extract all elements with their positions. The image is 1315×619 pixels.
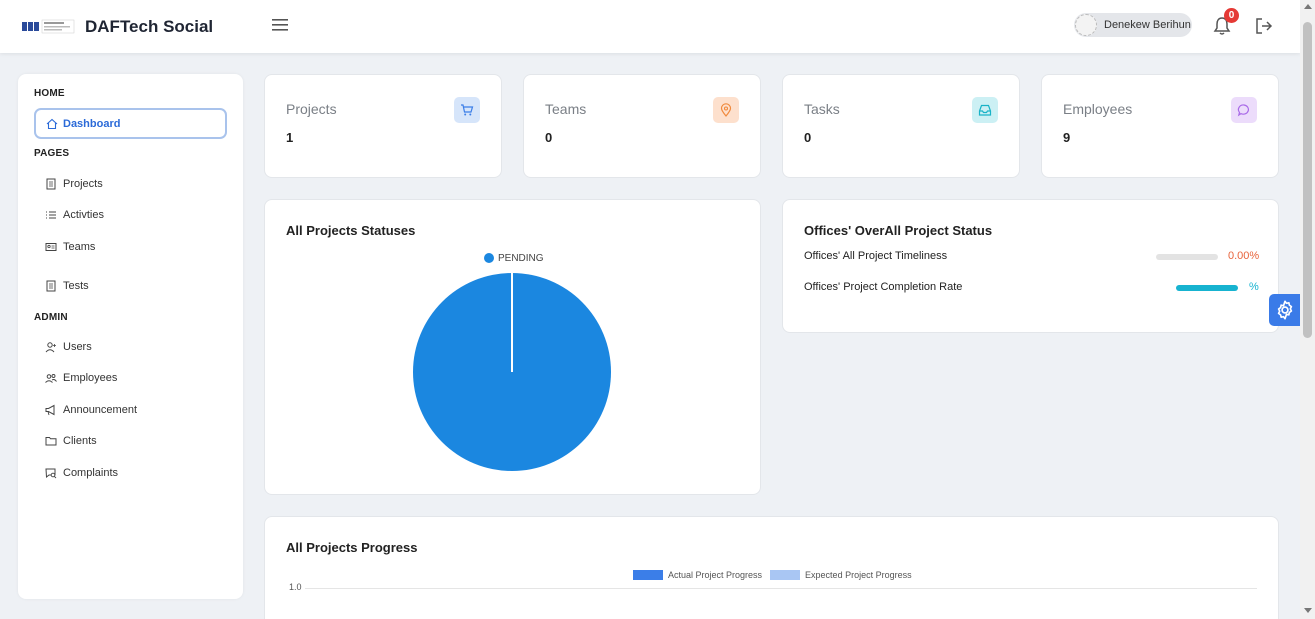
panel-title: Offices' OverAll Project Status [804,223,993,238]
folder-icon [45,437,57,446]
sidebar-item-complaints[interactable]: Complaints [45,467,118,479]
timeliness-value: 0.00% [1228,250,1260,262]
scroll-down-icon[interactable] [1304,608,1312,613]
user-profile-button[interactable]: Denekew Berihun [1074,13,1192,37]
message-search-icon [45,468,57,479]
notification-badge: 0 [1224,8,1239,23]
section-pages: PAGES [34,148,70,159]
stat-value: 0 [804,130,812,145]
sidebar-item-tests[interactable]: Tests [45,280,89,292]
sidebar-item-label: Users [63,341,92,353]
sidebar-item-teams[interactable]: Teams [45,241,95,253]
sidebar-item-label: Teams [63,241,96,253]
user-add-icon [45,342,56,353]
brand-name: DAFTech Social [85,17,214,36]
grid-line [305,588,1257,589]
sidebar-item-employees[interactable]: Employees [45,372,117,384]
chart-legend: Actual Project Progress Expected Project… [633,570,912,580]
legend-swatch-actual[interactable] [633,570,663,580]
sidebar-item-label: Projects [63,178,103,190]
sidebar-item-label: Activties [63,209,104,221]
settings-button[interactable] [1269,294,1300,326]
stat-value: 1 [286,130,294,145]
document-icon [46,178,56,190]
stat-label: Employees [1063,101,1133,117]
sidebar-item-label: Clients [63,435,97,447]
company-logo[interactable] [22,18,76,35]
location-pin-icon [713,97,739,123]
panel-title: All Projects Statuses [286,223,416,238]
section-home: HOME [34,88,65,99]
sidebar-item-users[interactable]: Users [45,341,92,353]
sidebar-item-announcement[interactable]: Announcement [45,404,137,416]
logout-icon[interactable] [1254,16,1274,36]
chart-legend-item[interactable]: PENDING [484,253,544,264]
completion-progress-bar [1176,285,1238,291]
document-icon [46,280,56,292]
stat-card-projects[interactable]: Projects 1 [264,74,502,178]
stat-value: 9 [1063,130,1071,145]
user-name: Denekew Berihun [1104,19,1191,31]
scrollbar-thumb[interactable] [1303,22,1312,338]
legend-swatch [484,253,494,264]
project-statuses-panel: All Projects Statuses PENDING [264,199,761,495]
top-header: DAFTech Social Denekew Berihun 0 [0,0,1300,53]
legend-label-expected[interactable]: Expected Project Progress [805,570,912,580]
stat-label: Teams [545,101,587,117]
sidebar-item-projects[interactable]: Projects [45,178,103,190]
stat-value: 0 [545,130,553,145]
offices-status-panel: Offices' OverAll Project Status Offices'… [782,199,1279,333]
sidebar: HOME Dashboard PAGES Projects Activties … [18,74,243,599]
legend-swatch-expected[interactable] [770,570,801,580]
cart-icon [454,97,480,123]
stat-card-teams[interactable]: Teams 0 [523,74,761,178]
stat-card-tasks[interactable]: Tasks 0 [782,74,1020,178]
avatar [1075,14,1097,36]
id-card-icon [45,243,57,251]
megaphone-icon [45,404,55,416]
legend-label: PENDING [498,253,544,264]
page-scrollbar[interactable] [1300,0,1315,619]
sidebar-item-activities[interactable]: Activties [45,209,104,221]
y-tick-label: 1.0 [289,582,302,592]
sidebar-item-label: Tests [63,280,89,292]
scroll-up-icon[interactable] [1304,4,1312,9]
legend-label-actual[interactable]: Actual Project Progress [668,570,762,580]
sidebar-item-label: Dashboard [63,117,121,130]
sidebar-item-label: Complaints [63,467,119,479]
completion-label: Offices' Project Completion Rate [804,281,963,293]
list-icon [46,211,56,219]
chat-bubble-icon [1231,97,1257,123]
panel-title: All Projects Progress [286,540,418,555]
gear-icon [1277,300,1292,320]
stat-label: Projects [286,101,337,117]
users-icon [45,374,57,383]
sidebar-item-clients[interactable]: Clients [45,435,97,447]
completion-value: % [1249,281,1259,293]
inbox-icon [972,97,998,123]
stat-card-employees[interactable]: Employees 9 [1041,74,1279,178]
hamburger-menu-icon[interactable] [270,17,290,33]
stat-label: Tasks [804,101,840,117]
projects-progress-panel: All Projects Progress Actual Project Pro… [264,516,1279,619]
section-admin: ADMIN [34,312,68,323]
timeliness-progress-bar [1156,254,1218,260]
pie-chart [413,273,611,471]
sidebar-item-dashboard[interactable]: Dashboard [34,108,227,139]
sidebar-item-label: Employees [63,372,118,384]
home-icon [46,118,58,129]
sidebar-item-label: Announcement [63,404,137,416]
timeliness-label: Offices' All Project Timeliness [804,250,948,262]
